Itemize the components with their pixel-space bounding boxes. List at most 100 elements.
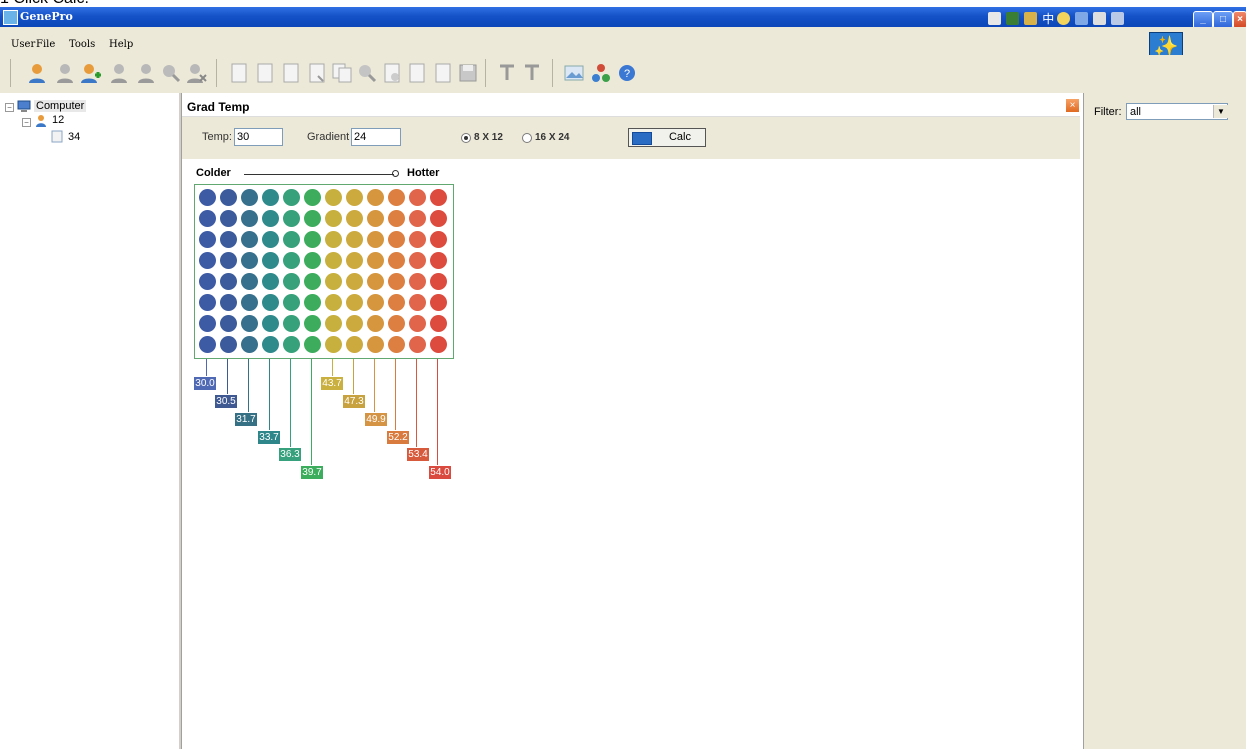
ime-label[interactable]: 中 <box>1042 12 1054 26</box>
plate-well <box>325 315 342 332</box>
search-icon[interactable] <box>160 62 182 84</box>
tool-icon[interactable] <box>1024 12 1038 25</box>
plate-well <box>409 294 426 311</box>
search-icon[interactable] <box>356 62 378 84</box>
temperature-label: 30.0 <box>193 376 217 391</box>
computer-icon <box>17 100 31 112</box>
plate-well <box>304 315 321 332</box>
plate-well <box>199 336 216 353</box>
plate-well <box>220 315 237 332</box>
thermometer-icon[interactable] <box>496 62 518 84</box>
plate-well <box>367 273 384 290</box>
panel-close-icon[interactable]: × <box>1066 99 1079 112</box>
temperature-leader-line <box>374 359 375 412</box>
chevron-down-icon[interactable]: ▼ <box>1213 105 1228 118</box>
temperature-leader-line <box>248 359 249 412</box>
filter-value: all <box>1130 106 1142 118</box>
tree-collapse-toggle[interactable]: − <box>22 118 31 127</box>
temperature-leader-line <box>227 359 228 394</box>
grad-temp-panel: Grad Temp × Temp: Gradient 8 X 12 16 X 2… <box>181 93 1082 749</box>
settings-icon[interactable] <box>1111 12 1125 25</box>
filter-select[interactable]: all ▼ <box>1126 103 1228 120</box>
panel-header: Grad Temp × <box>182 98 1080 117</box>
plate-well <box>283 273 300 290</box>
plate-well <box>220 231 237 248</box>
plate-well <box>409 189 426 206</box>
document-icon[interactable] <box>406 62 428 84</box>
tree-collapse-toggle[interactable]: − <box>5 103 14 112</box>
keyboard-icon[interactable] <box>988 12 1001 25</box>
menu-user[interactable]: User <box>11 39 35 50</box>
network-icon[interactable] <box>590 62 612 84</box>
softkeyboard-icon[interactable] <box>1093 12 1107 25</box>
radio-16x24-label[interactable]: 16 X 24 <box>535 132 569 143</box>
plate-well <box>283 336 300 353</box>
plate-well <box>430 273 447 290</box>
tree-item-document[interactable]: 34 <box>68 131 80 143</box>
temperature-leader-line <box>416 359 417 447</box>
image-icon[interactable] <box>563 62 585 84</box>
plate-well <box>241 231 258 248</box>
plate-well <box>346 273 363 290</box>
temperature-label: 36.3 <box>278 447 302 462</box>
document-icon[interactable] <box>254 62 276 84</box>
save-icon[interactable] <box>457 62 479 84</box>
plate-well <box>388 315 405 332</box>
temperature-label: 31.7 <box>234 412 258 427</box>
add-user-icon[interactable] <box>80 62 102 84</box>
plate-well <box>325 273 342 290</box>
tree-item-user[interactable]: 12 <box>52 114 64 126</box>
help-icon[interactable]: ? <box>616 62 638 84</box>
arrow-right-icon <box>392 170 399 177</box>
plate-well <box>346 189 363 206</box>
plate-well <box>283 252 300 269</box>
gradient-input[interactable] <box>351 128 401 146</box>
thermometer-icon[interactable] <box>521 62 543 84</box>
gradient-label: Gradient <box>307 131 350 143</box>
plate-well <box>346 294 363 311</box>
document-icon[interactable] <box>280 62 302 84</box>
document-icon[interactable] <box>381 62 403 84</box>
plate-well <box>325 189 342 206</box>
plate-well <box>430 294 447 311</box>
moon-icon[interactable] <box>1057 12 1071 25</box>
plate-well <box>388 231 405 248</box>
document-icon[interactable] <box>306 62 328 84</box>
temperature-leader-line <box>332 359 333 376</box>
tree-item-computer[interactable]: Computer <box>34 100 87 112</box>
scale-arrow-line <box>244 174 394 175</box>
plate-well <box>262 252 279 269</box>
plate-well <box>220 189 237 206</box>
panel-title: Grad Temp <box>187 100 250 114</box>
remove-user-icon[interactable] <box>186 62 208 84</box>
plate-well <box>430 189 447 206</box>
plate-well <box>283 189 300 206</box>
document-icon[interactable] <box>228 62 250 84</box>
copy-icon[interactable] <box>331 62 353 84</box>
menu-file[interactable]: File <box>36 39 55 50</box>
temperature-label: 49.9 <box>364 412 388 427</box>
document-icon[interactable] <box>432 62 454 84</box>
user-icon[interactable] <box>54 62 76 84</box>
app-icon <box>3 10 18 25</box>
plate-well <box>241 210 258 227</box>
calc-button[interactable]: Calc <box>628 128 706 147</box>
user-icon[interactable] <box>108 62 130 84</box>
plate-well <box>430 336 447 353</box>
plate-well <box>241 189 258 206</box>
temp-input[interactable] <box>234 128 283 146</box>
temperature-label: 33.7 <box>257 430 281 445</box>
user-icon[interactable] <box>26 62 48 84</box>
user-icon[interactable] <box>135 62 157 84</box>
punctuation-icon[interactable] <box>1075 12 1089 25</box>
radio-8x12[interactable] <box>461 133 471 143</box>
radio-16x24[interactable] <box>522 133 532 143</box>
filter-label: Filter: <box>1094 106 1122 118</box>
menu-help[interactable]: Help <box>109 39 133 50</box>
ime-icon[interactable] <box>1006 12 1020 25</box>
plate-well <box>367 252 384 269</box>
radio-8x12-label[interactable]: 8 X 12 <box>474 132 503 143</box>
menu-tools[interactable]: Tools <box>69 39 95 50</box>
plate-well <box>409 210 426 227</box>
plate-well <box>325 252 342 269</box>
